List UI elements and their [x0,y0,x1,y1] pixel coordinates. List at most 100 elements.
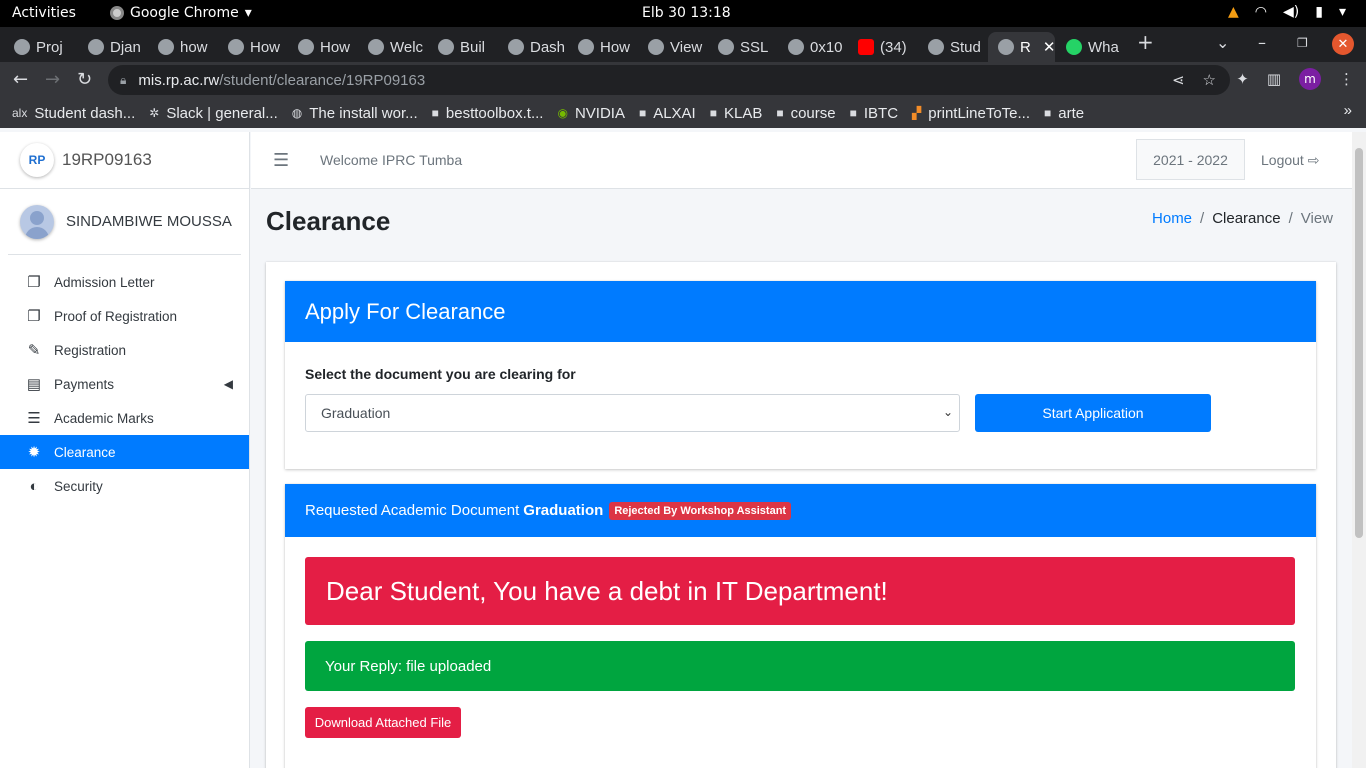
sidebar-item-payments[interactable]: ▤ Payments ◀ [0,367,249,401]
favicon-icon [578,39,594,55]
browser-tab[interactable]: Stud [918,32,986,62]
folder-icon: ■ [1044,106,1052,120]
folder-icon: ■ [431,106,439,120]
bookmark-folder[interactable]: ■ KLAB [710,105,763,122]
browser-tab[interactable]: How [218,32,286,62]
breadcrumb-view: View [1300,210,1333,227]
document-select[interactable]: Graduation ⌄ [305,394,960,432]
clock[interactable]: Elb 30 13:18 [642,5,731,21]
more-bookmarks-icon[interactable]: » [1344,102,1352,119]
breadcrumb-home[interactable]: Home [1152,210,1192,227]
forward-icon[interactable]: → [45,69,60,90]
download-attached-file-button[interactable]: Download Attached File [305,707,461,738]
profile-avatar[interactable]: m [1299,68,1321,90]
sidebar-item-security[interactable]: ◐ Security [0,469,249,503]
bookmark-folder[interactable]: ■ arte [1044,105,1084,122]
activities-button[interactable]: Activities [12,5,76,21]
browser-tab[interactable]: Djan [78,32,146,62]
requested-document-prefix: Requested Academic Document [305,502,520,519]
bookmark-item[interactable]: ✲ Slack | general... [149,105,278,122]
wifi-icon[interactable]: ◠ [1255,4,1267,20]
user-panel[interactable]: SINDAMBIWE MOUSSA [8,189,241,255]
menu-kebab-icon[interactable]: ⋮ [1339,70,1354,88]
side-panel-icon[interactable]: ▥ [1267,70,1281,88]
minimize-icon[interactable]: – [1258,33,1266,52]
nvidia-icon: ◉ [557,106,568,120]
browser-tab[interactable]: View [638,32,706,62]
bookmark-folder[interactable]: ■ course [776,105,835,122]
requested-document-header: Requested Academic Document Graduation R… [285,484,1316,537]
close-tab-icon[interactable]: ✕ [1043,38,1055,56]
os-top-bar: Activities Google Chrome ▾ Elb 30 13:18 … [0,0,1366,27]
favicon-icon [14,39,30,55]
scrollbar-thumb[interactable] [1355,148,1363,538]
bookmark-item[interactable]: alx Student dash... [12,105,135,122]
browser-tab[interactable]: How [288,32,356,62]
favicon-icon [228,39,244,55]
django-icon [648,39,664,55]
breadcrumb: Home / Clearance / View [1152,210,1333,227]
browser-tab[interactable]: Welc [358,32,426,62]
browser-tab-active[interactable]: R ✕ [988,32,1055,62]
browser-tab[interactable]: 0x10 [778,32,846,62]
sidebar-item-clearance[interactable]: ✹ Clearance [0,435,249,469]
lock-icon[interactable]: 🔒︎ [120,73,126,88]
hamburger-menu-icon[interactable]: ☰ [273,150,289,171]
browser-tab[interactable]: how [148,32,216,62]
brand-text: 19RP09163 [62,150,152,169]
chevron-down-icon: ▾ [244,5,252,21]
share-icon[interactable]: ⋖ [1172,71,1185,89]
youtube-icon [858,39,874,55]
academic-year-selector[interactable]: 2021 - 2022 [1136,139,1245,180]
browser-tab[interactable]: SSL [708,32,776,62]
system-tray[interactable]: ▲ ◠ ◀) ▮ ▾ [1228,4,1346,20]
requested-document-card: Requested Academic Document Graduation R… [285,484,1316,768]
rp-logo: RP [20,143,54,177]
restore-icon[interactable]: ❐ [1297,36,1308,50]
favicon-icon [298,39,314,55]
bookmark-star-icon[interactable]: ☆ [1203,71,1216,89]
address-bar[interactable]: 🔒︎ mis.rp.ac.rw/student/clearance/19RP09… [108,65,1230,95]
browser-tab[interactable]: Buil [428,32,496,62]
slack-icon: ✲ [149,106,160,120]
bookmark-folder[interactable]: ■ ALXAI [639,105,696,122]
browser-tab[interactable]: Proj [4,32,72,62]
bookmark-folder[interactable]: ■ besttoolbox.t... [432,105,544,122]
app-menu[interactable]: Google Chrome ▾ [110,5,252,21]
user-name: SINDAMBIWE MOUSSA [66,213,232,230]
favicon-icon [508,39,524,55]
browser-tab[interactable]: (34) [848,32,916,62]
volume-icon[interactable]: ◀) [1283,4,1299,20]
browser-tab[interactable]: How [568,32,636,62]
favicon-icon [928,39,944,55]
bookmark-item[interactable]: ▞ printLineToTe... [912,105,1030,122]
money-check-icon: ▤ [26,376,42,393]
extensions-icon[interactable]: ✦ [1236,70,1249,88]
bookmark-folder[interactable]: ■ IBTC [850,105,898,122]
vlc-icon[interactable]: ▲ [1228,4,1239,20]
globe-icon: ◍ [291,106,303,120]
google-icon [788,39,804,55]
logout-link[interactable]: Logout ⇨ [1261,152,1319,169]
sidebar: RP 19RP09163 SINDAMBIWE MOUSSA ❐ Admissio… [0,132,250,768]
reload-icon[interactable]: ↻ [77,69,92,90]
browser-tab[interactable]: Wha [1056,32,1124,62]
brand-link[interactable]: RP 19RP09163 [0,132,249,189]
tab-search-icon[interactable]: ⌄ [1216,33,1229,52]
avatar [20,204,54,239]
sidebar-item-admission-letter[interactable]: ❐ Admission Letter [0,265,249,299]
sidebar-item-proof-of-registration[interactable]: ❐ Proof of Registration [0,299,249,333]
sidebar-item-registration[interactable]: ✎ Registration [0,333,249,367]
back-icon[interactable]: ← [13,69,28,90]
start-application-button[interactable]: Start Application [975,394,1211,432]
chevron-down-icon[interactable]: ▾ [1339,4,1346,20]
browser-tab[interactable]: Dash [498,32,566,62]
bookmark-item[interactable]: ◍ The install wor... [292,105,418,122]
bookmark-item[interactable]: ◉ NVIDIA [557,105,625,122]
close-window-icon[interactable]: ✕ [1332,33,1354,55]
battery-icon[interactable]: ▮ [1315,4,1323,20]
new-tab-button[interactable]: + [1137,30,1154,54]
alx-icon: alx [12,106,28,120]
sidebar-item-academic-marks[interactable]: ☰ Academic Marks [0,401,249,435]
page-scrollbar[interactable] [1352,132,1366,768]
